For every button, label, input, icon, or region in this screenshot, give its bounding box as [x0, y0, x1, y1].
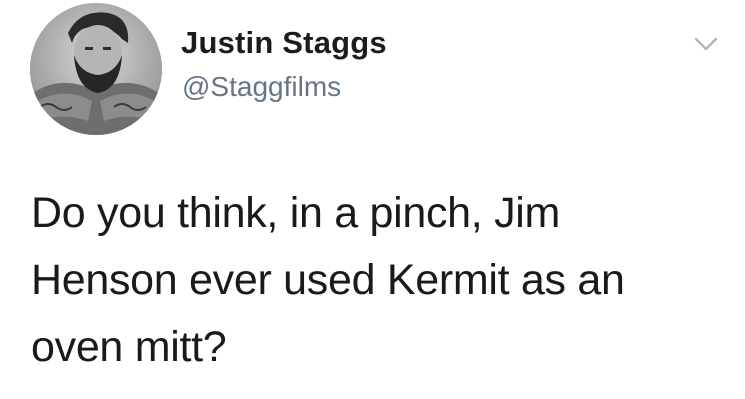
- author-handle[interactable]: @Staggfilms: [182, 70, 341, 104]
- chevron-down-icon: [694, 37, 718, 51]
- tweet-text: Do you think, in a pinch, Jim Henson eve…: [31, 189, 625, 371]
- user-avatar-photo-icon: [30, 3, 162, 135]
- avatar[interactable]: [30, 3, 162, 135]
- author-display-name[interactable]: Justin Staggs: [181, 24, 387, 62]
- tweet-card: Justin Staggs @Staggfilms Do you think, …: [0, 0, 745, 399]
- tweet-menu-button[interactable]: [691, 33, 721, 55]
